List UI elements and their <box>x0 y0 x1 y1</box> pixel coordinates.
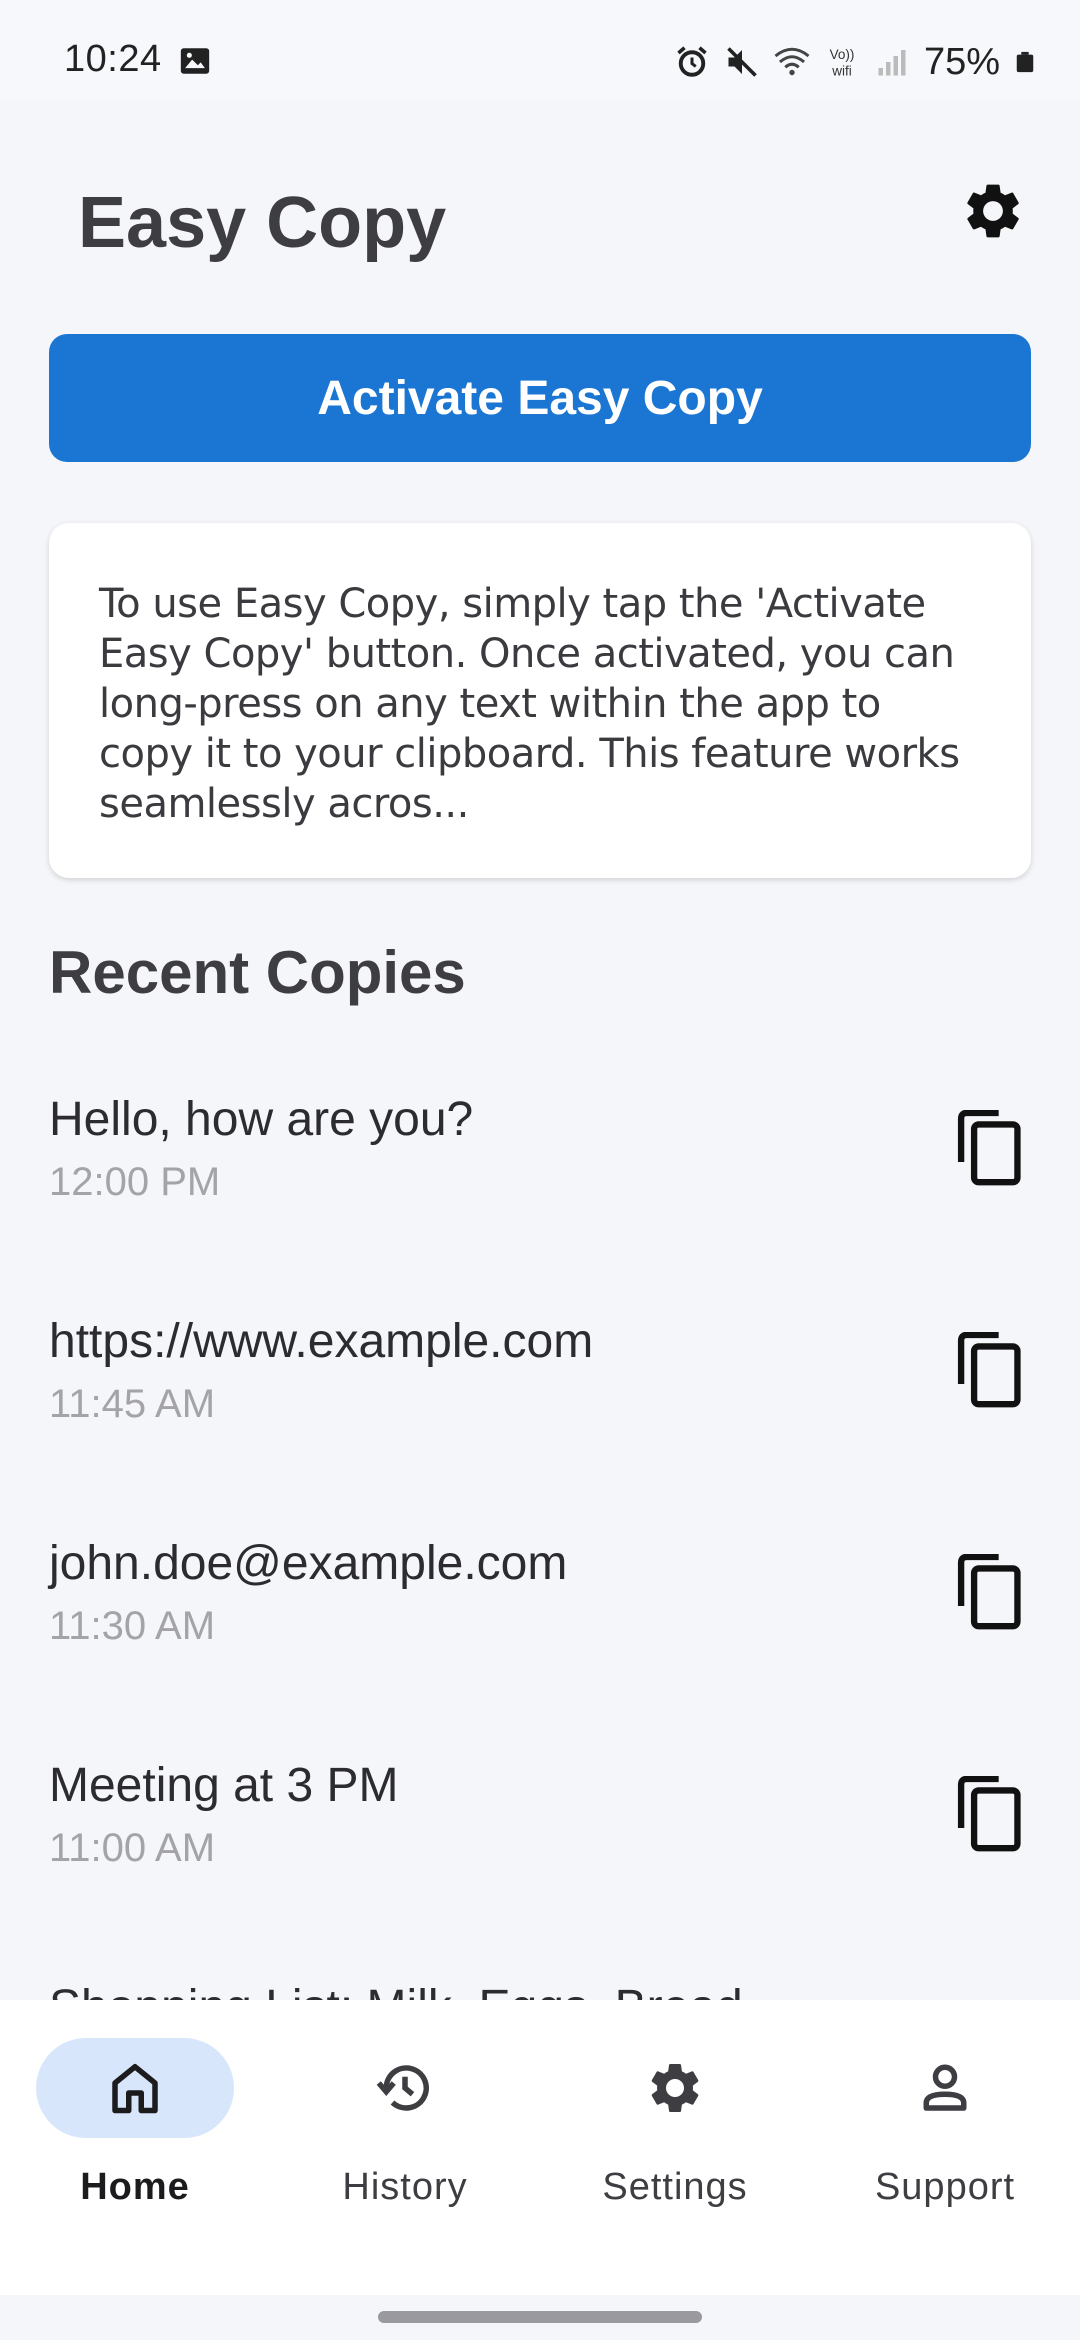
nav-label-settings: Settings <box>602 2166 748 2208</box>
copy-text: john.doe@example.com <box>49 1537 568 1590</box>
list-item[interactable]: Meeting at 3 PM 11:00 AM <box>0 1726 1080 1926</box>
status-time: 10:24 <box>64 38 162 80</box>
mute-icon <box>727 47 757 77</box>
battery-icon <box>1016 51 1034 73</box>
svg-text:wifi: wifi <box>831 64 852 79</box>
signal-icon <box>878 50 906 76</box>
home-icon <box>112 2064 158 2114</box>
recent-copies-title: Recent Copies <box>49 939 466 1006</box>
gear-icon <box>651 2064 699 2112</box>
copy-icon[interactable] <box>955 1554 1025 1632</box>
copy-time: 11:45 AM <box>49 1382 216 1426</box>
svg-text:Vo)): Vo)) <box>830 47 855 62</box>
nav-label-support: Support <box>874 2166 1016 2208</box>
copy-time: 11:00 AM <box>49 1826 216 1870</box>
wifi-icon <box>774 47 810 76</box>
recent-copies-list: Hello, how are you? 12:00 PM https://www… <box>0 1060 1080 2000</box>
copy-text: Meeting at 3 PM <box>49 1759 399 1812</box>
list-item[interactable]: john.doe@example.com 11:30 AM <box>0 1504 1080 1704</box>
info-card: To use Easy Copy, simply tap the 'Activa… <box>49 523 1031 878</box>
gear-icon[interactable] <box>960 178 1026 244</box>
gesture-bar <box>0 2295 1080 2340</box>
status-bar: 10:24 Vo)) wifi 75% <box>0 0 1080 100</box>
nav-label-home: Home <box>80 2166 190 2208</box>
nav-item-settings[interactable]: Settings <box>540 2038 810 2238</box>
app-title: Easy Copy <box>78 183 447 263</box>
person-icon <box>923 2064 967 2111</box>
image-icon <box>180 48 210 74</box>
alarm-icon <box>677 46 707 77</box>
copy-time: 12:00 PM <box>49 1160 221 1204</box>
nav-item-support[interactable]: Support <box>810 2038 1080 2238</box>
history-icon <box>376 2065 429 2111</box>
nav-item-home[interactable]: Home <box>0 2038 270 2238</box>
list-item[interactable]: Shopping List: Milk, Eggs, Bread <box>0 1948 1080 2000</box>
list-item[interactable]: https://www.example.com 11:45 AM <box>0 1282 1080 1482</box>
copy-icon[interactable] <box>955 1110 1025 1188</box>
nav-label-history: History <box>342 2166 468 2208</box>
volte-wifi-icon: Vo)) wifi <box>830 47 855 79</box>
copy-text: Shopping List: Milk, Eggs, Bread <box>49 1980 743 2000</box>
battery-percentage: 75% <box>923 40 1000 83</box>
info-text: To use Easy Copy, simply tap the 'Activa… <box>99 581 960 827</box>
status-icons: Vo)) wifi 75% <box>674 38 1036 86</box>
copy-icon[interactable] <box>955 1332 1025 1410</box>
copy-text: Hello, how are you? <box>49 1093 474 1146</box>
home-gesture-handle[interactable] <box>378 2311 702 2323</box>
copy-text: https://www.example.com <box>49 1315 594 1368</box>
nav-item-history[interactable]: History <box>270 2038 540 2238</box>
bottom-navigation: Home History Settings Support <box>0 2000 1080 2295</box>
list-item[interactable]: Hello, how are you? 12:00 PM <box>0 1060 1080 1260</box>
copy-time: 11:30 AM <box>49 1604 216 1648</box>
copy-icon[interactable] <box>955 1776 1025 1854</box>
activate-easy-copy-button[interactable]: Activate Easy Copy <box>49 334 1031 462</box>
